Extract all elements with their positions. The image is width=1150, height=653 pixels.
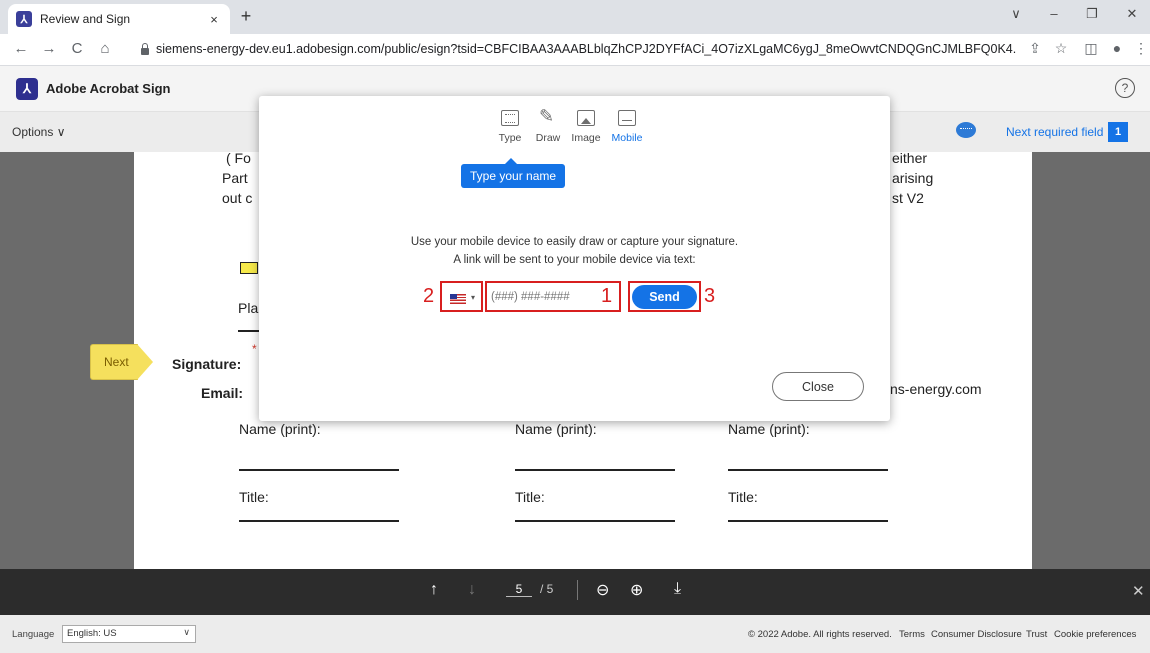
- name-print-label: Name (print):: [515, 421, 597, 437]
- title-line: [515, 520, 675, 522]
- title-label: Title:: [515, 489, 545, 505]
- keyboard-icon: [501, 110, 519, 126]
- download-icon[interactable]: ⤓: [674, 580, 681, 598]
- cookie-preferences-link[interactable]: Cookie preferences: [1054, 629, 1136, 640]
- title-label: Title:: [239, 489, 269, 505]
- toolbar-divider: [577, 580, 578, 600]
- copyright-text: © 2022 Adobe. All rights reserved.: [748, 629, 892, 640]
- acrobat-logo-icon: ⅄: [16, 78, 38, 100]
- maximize-icon[interactable]: ❐: [1082, 6, 1102, 22]
- tab-close-icon[interactable]: ×: [206, 12, 222, 27]
- email-label: Email:: [201, 385, 244, 401]
- doc-fragment: ( Fo: [226, 150, 251, 166]
- next-required-field-link[interactable]: Next required field: [1006, 125, 1103, 139]
- help-icon[interactable]: ?: [1115, 78, 1135, 98]
- bookmark-star-icon[interactable]: ☆: [1052, 40, 1070, 57]
- zoom-out-icon[interactable]: ⊖: [596, 580, 609, 600]
- name-line: [239, 469, 399, 471]
- page-number-input[interactable]: 5: [506, 582, 532, 597]
- doc-rule: [238, 330, 260, 332]
- phone-number-input[interactable]: [491, 287, 615, 307]
- doc-fragment: st V2: [892, 190, 924, 206]
- pen-icon: [539, 106, 557, 127]
- tab-image[interactable]: Image: [564, 96, 608, 144]
- image-icon: [577, 110, 595, 126]
- tab-title: Review and Sign: [40, 12, 131, 26]
- tab-mobile[interactable]: Mobile: [605, 96, 649, 144]
- zoom-in-icon[interactable]: ⊕: [630, 580, 643, 600]
- browser-menu-icon[interactable]: ⋮: [1132, 40, 1150, 57]
- doc-fragment: Part: [222, 170, 248, 186]
- tab-label: Image: [571, 132, 601, 144]
- side-panel-icon[interactable]: ◫: [1082, 40, 1100, 57]
- consumer-disclosure-link[interactable]: Consumer Disclosure: [931, 629, 1022, 640]
- close-button[interactable]: Close: [772, 372, 864, 401]
- language-select[interactable]: English: US ∨: [62, 625, 196, 643]
- reload-icon[interactable]: C: [68, 40, 86, 57]
- signature-field-marker[interactable]: [240, 262, 258, 274]
- forward-icon[interactable]: →: [40, 40, 58, 57]
- required-field-count-badge: 1: [1108, 122, 1128, 142]
- browser-tab[interactable]: ⅄ Review and Sign ×: [8, 4, 230, 34]
- next-field-button[interactable]: Next: [90, 344, 154, 380]
- us-flag-icon: [450, 294, 466, 304]
- page-total: / 5: [540, 582, 554, 596]
- comment-icon[interactable]: [956, 122, 976, 138]
- email-value-fragment: ns-energy.com: [890, 381, 982, 397]
- mobile-instruction-line2: A link will be sent to your mobile devic…: [453, 254, 696, 266]
- address-bar: ← → C ⌂ siemens-energy-dev.eu1.adobesign…: [0, 34, 1150, 66]
- minimize-icon[interactable]: –: [1044, 6, 1064, 21]
- name-print-label: Name (print):: [239, 421, 321, 437]
- doc-fragment: out c: [222, 190, 253, 206]
- title-line: [239, 520, 399, 522]
- annotation-marker-3: 3: [704, 285, 716, 307]
- title-line: [728, 520, 888, 522]
- browser-tab-bar: ⅄ Review and Sign × + ∨ – ❐ ✕: [0, 0, 1150, 34]
- language-label: Language: [12, 629, 55, 640]
- required-asterisk: *: [252, 342, 257, 356]
- title-label: Title:: [728, 489, 758, 505]
- url-field[interactable]: siemens-energy-dev.eu1.adobesign.com/pub…: [156, 42, 1016, 56]
- lock-icon[interactable]: [140, 43, 150, 55]
- toolbar-close-icon[interactable]: ✕: [1132, 582, 1145, 600]
- name-line: [515, 469, 675, 471]
- next-page-icon[interactable]: ↓: [468, 581, 476, 599]
- acrobat-favicon-icon: ⅄: [16, 11, 32, 27]
- home-icon[interactable]: ⌂: [96, 40, 114, 57]
- tab-search-chevron-icon[interactable]: ∨: [1006, 6, 1026, 22]
- new-tab-icon[interactable]: +: [236, 6, 256, 27]
- tab-label: Mobile: [611, 132, 643, 144]
- name-line: [728, 469, 888, 471]
- name-print-label: Name (print):: [728, 421, 810, 437]
- annotation-marker-1: 1: [601, 285, 613, 307]
- back-icon[interactable]: ←: [12, 40, 30, 57]
- chevron-down-icon: ▾: [471, 293, 476, 302]
- window-close-icon[interactable]: ✕: [1122, 6, 1142, 22]
- mobile-icon: [618, 110, 636, 126]
- annotation-marker-2: 2: [423, 285, 435, 307]
- doc-fragment: arising: [892, 170, 934, 186]
- country-code-select[interactable]: ▾: [440, 281, 483, 312]
- doc-fragment: Pla: [238, 300, 259, 316]
- send-button[interactable]: Send: [632, 285, 697, 309]
- trust-link[interactable]: Trust: [1026, 629, 1047, 640]
- signature-dialog: Type Draw Image Mobile Type your name Us…: [259, 96, 890, 421]
- profile-icon[interactable]: ●: [1108, 40, 1126, 56]
- terms-link[interactable]: Terms: [899, 629, 925, 640]
- signature-label: Signature:: [172, 356, 242, 372]
- mobile-instruction-line1: Use your mobile device to easily draw or…: [410, 236, 739, 248]
- chevron-down-icon: ∨: [183, 627, 190, 637]
- language-value: English: US: [67, 628, 117, 639]
- page-toolbar: [0, 569, 1150, 615]
- app-title: Adobe Acrobat Sign: [46, 81, 171, 96]
- options-menu[interactable]: Options ∨: [12, 125, 65, 139]
- previous-page-icon[interactable]: ↑: [430, 581, 438, 599]
- type-your-name-tooltip: Type your name: [461, 158, 566, 188]
- doc-fragment: either: [892, 150, 928, 166]
- share-icon[interactable]: ⇪: [1026, 40, 1044, 57]
